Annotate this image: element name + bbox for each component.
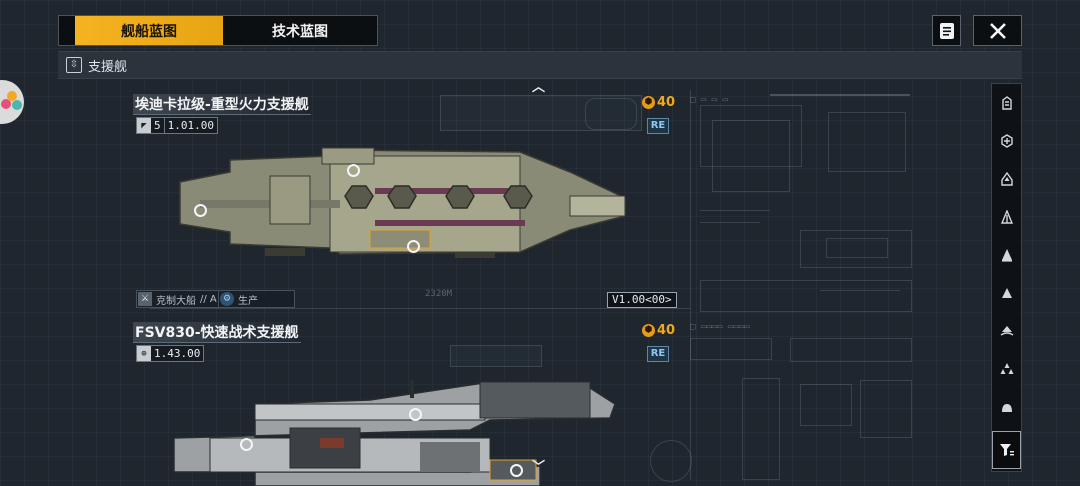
blueprint-tabs: 舰船蓝图 技术蓝图	[58, 15, 378, 46]
re-badge: RE	[647, 118, 669, 134]
ship-type-filter-rail	[991, 83, 1022, 472]
ship-price: ⬢ 40	[642, 95, 675, 110]
flower-icon	[1, 91, 22, 110]
rail-corvette[interactable]	[992, 388, 1021, 426]
support-ship-icon	[1000, 134, 1013, 148]
rail-destroyer[interactable]	[992, 198, 1021, 236]
tab-tech-blueprint[interactable]: 技术蓝图	[223, 16, 377, 45]
hardpoint-marker[interactable]	[409, 408, 422, 421]
battlecruiser-icon	[1000, 326, 1013, 336]
close-icon	[989, 22, 1006, 39]
support-ship-icon: ⇳	[66, 57, 82, 73]
ship-size-icon: ◤	[137, 118, 151, 133]
notes-button[interactable]	[932, 15, 961, 46]
filter-button[interactable]	[992, 431, 1021, 469]
ship-stat-count: 5	[151, 118, 164, 133]
frigate-icon	[1001, 249, 1012, 262]
hardpoint-marker[interactable]	[240, 438, 253, 451]
ship-illustration	[173, 380, 616, 486]
scroll-down-icon[interactable]: ﹀	[532, 456, 545, 475]
document-icon	[939, 22, 954, 39]
rail-support-ship[interactable]	[992, 122, 1021, 160]
rail-cruiser[interactable]	[992, 274, 1021, 312]
corvette-icon	[1001, 404, 1012, 412]
carrier-icon	[1000, 172, 1013, 186]
scroll-up-icon[interactable]: ︿	[532, 76, 545, 95]
coin-icon: ⬢	[642, 96, 655, 109]
fighter-group-icon	[1000, 363, 1013, 374]
coin-icon: ⬢	[642, 324, 655, 337]
cruiser-icon	[1001, 288, 1012, 298]
production-tag-label: 生产	[238, 295, 258, 307]
ship-name: FSV830-快速战术支援舰	[133, 322, 301, 343]
hardpoint-marker[interactable]	[347, 164, 360, 177]
counter-tag-label: 克制大船	[156, 295, 196, 307]
hardpoint-marker[interactable]	[510, 464, 523, 477]
counter-tag: ⚔ 克制大船 // A	[136, 290, 222, 308]
ship-illustration	[179, 147, 626, 258]
all-ships-icon	[1001, 96, 1012, 110]
rail-carrier[interactable]	[992, 160, 1021, 198]
ship-price-value: 40	[657, 323, 676, 338]
close-button[interactable]	[973, 15, 1022, 46]
rail-frigate[interactable]	[992, 236, 1021, 274]
hardpoint-marker[interactable]	[194, 204, 207, 217]
version-label: V1.00<00>	[607, 292, 677, 308]
production-tag: ⚙ 生产	[218, 290, 295, 308]
category-header[interactable]: ⇳ 支援舰	[58, 51, 1022, 79]
ship-build-time: 1.43.00	[151, 346, 204, 361]
rail-fighter-group[interactable]	[992, 350, 1021, 388]
destroyer-icon	[1000, 210, 1013, 224]
rail-battlecruiser[interactable]	[992, 312, 1021, 350]
tab-ship-blueprint[interactable]: 舰船蓝图	[75, 16, 223, 45]
globe-icon: ⊕	[137, 346, 151, 361]
counter-ship-icon: ⚔	[138, 292, 152, 306]
filter-icon	[999, 444, 1014, 456]
ship-name: 埃迪卡拉级-重型火力支援舰	[133, 94, 311, 115]
category-label: 支援舰	[88, 59, 128, 75]
production-icon: ⚙	[220, 292, 234, 306]
counter-tag-value: // A	[200, 293, 217, 305]
ship-price: ⬢ 40	[642, 323, 675, 338]
ship-price-value: 40	[657, 95, 676, 110]
hardpoint-marker[interactable]	[407, 240, 420, 253]
rail-all-ships[interactable]	[992, 84, 1021, 122]
re-badge: RE	[647, 346, 669, 362]
ship-stat: ⊕ 1.43.00	[136, 345, 205, 362]
